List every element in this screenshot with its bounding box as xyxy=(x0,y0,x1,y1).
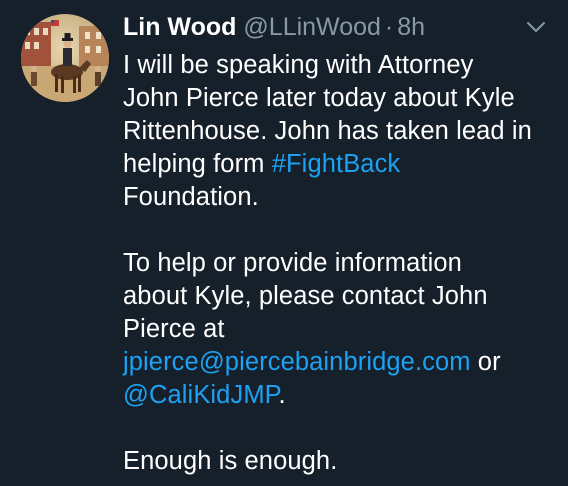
text-line: helping form xyxy=(123,150,272,178)
text-or: or xyxy=(470,348,501,376)
avatar-painting-image xyxy=(21,14,109,102)
tweet-content: Lin Wood @LLinWood · 8h I will be speaki… xyxy=(123,8,548,478)
tweet-header: Lin Wood @LLinWood · 8h xyxy=(123,8,548,46)
email-link[interactable]: jpierce@piercebainbridge.com xyxy=(123,348,471,376)
tweet-paragraph-3: Enough is enough. xyxy=(123,445,548,478)
text-line: John Pierce later today about Kyle xyxy=(123,84,515,112)
header-separator: · xyxy=(384,13,394,41)
tweet-menu-button[interactable] xyxy=(526,20,546,34)
mention-link[interactable]: @CaliKidJMP xyxy=(123,381,278,409)
author-display-name[interactable]: Lin Wood xyxy=(123,8,236,46)
author-handle[interactable]: @LLinWood xyxy=(243,8,381,46)
text-line: I will be speaking with Attorney xyxy=(123,51,474,79)
tweet-paragraph-2: To help or provide information about Kyl… xyxy=(123,247,548,412)
text-line: Pierce at xyxy=(123,315,225,343)
chevron-down-icon xyxy=(527,22,545,32)
tweet-timestamp[interactable]: 8h xyxy=(397,8,425,46)
avatar[interactable] xyxy=(21,14,109,102)
text-line: about Kyle, please contact John xyxy=(123,282,488,310)
hashtag-link[interactable]: #FightBack xyxy=(272,150,401,178)
text-line: To help or provide information xyxy=(123,249,462,277)
text-line: Enough is enough. xyxy=(123,447,338,475)
tweet-paragraph-1: I will be speaking with Attorney John Pi… xyxy=(123,49,548,214)
text-line: Foundation. xyxy=(123,183,259,211)
text-period: . xyxy=(278,381,286,409)
tweet[interactable]: Lin Wood @LLinWood · 8h I will be speaki… xyxy=(0,0,568,486)
text-line: Rittenhouse. John has taken lead in xyxy=(123,117,532,145)
tweet-text: I will be speaking with Attorney John Pi… xyxy=(123,49,548,478)
